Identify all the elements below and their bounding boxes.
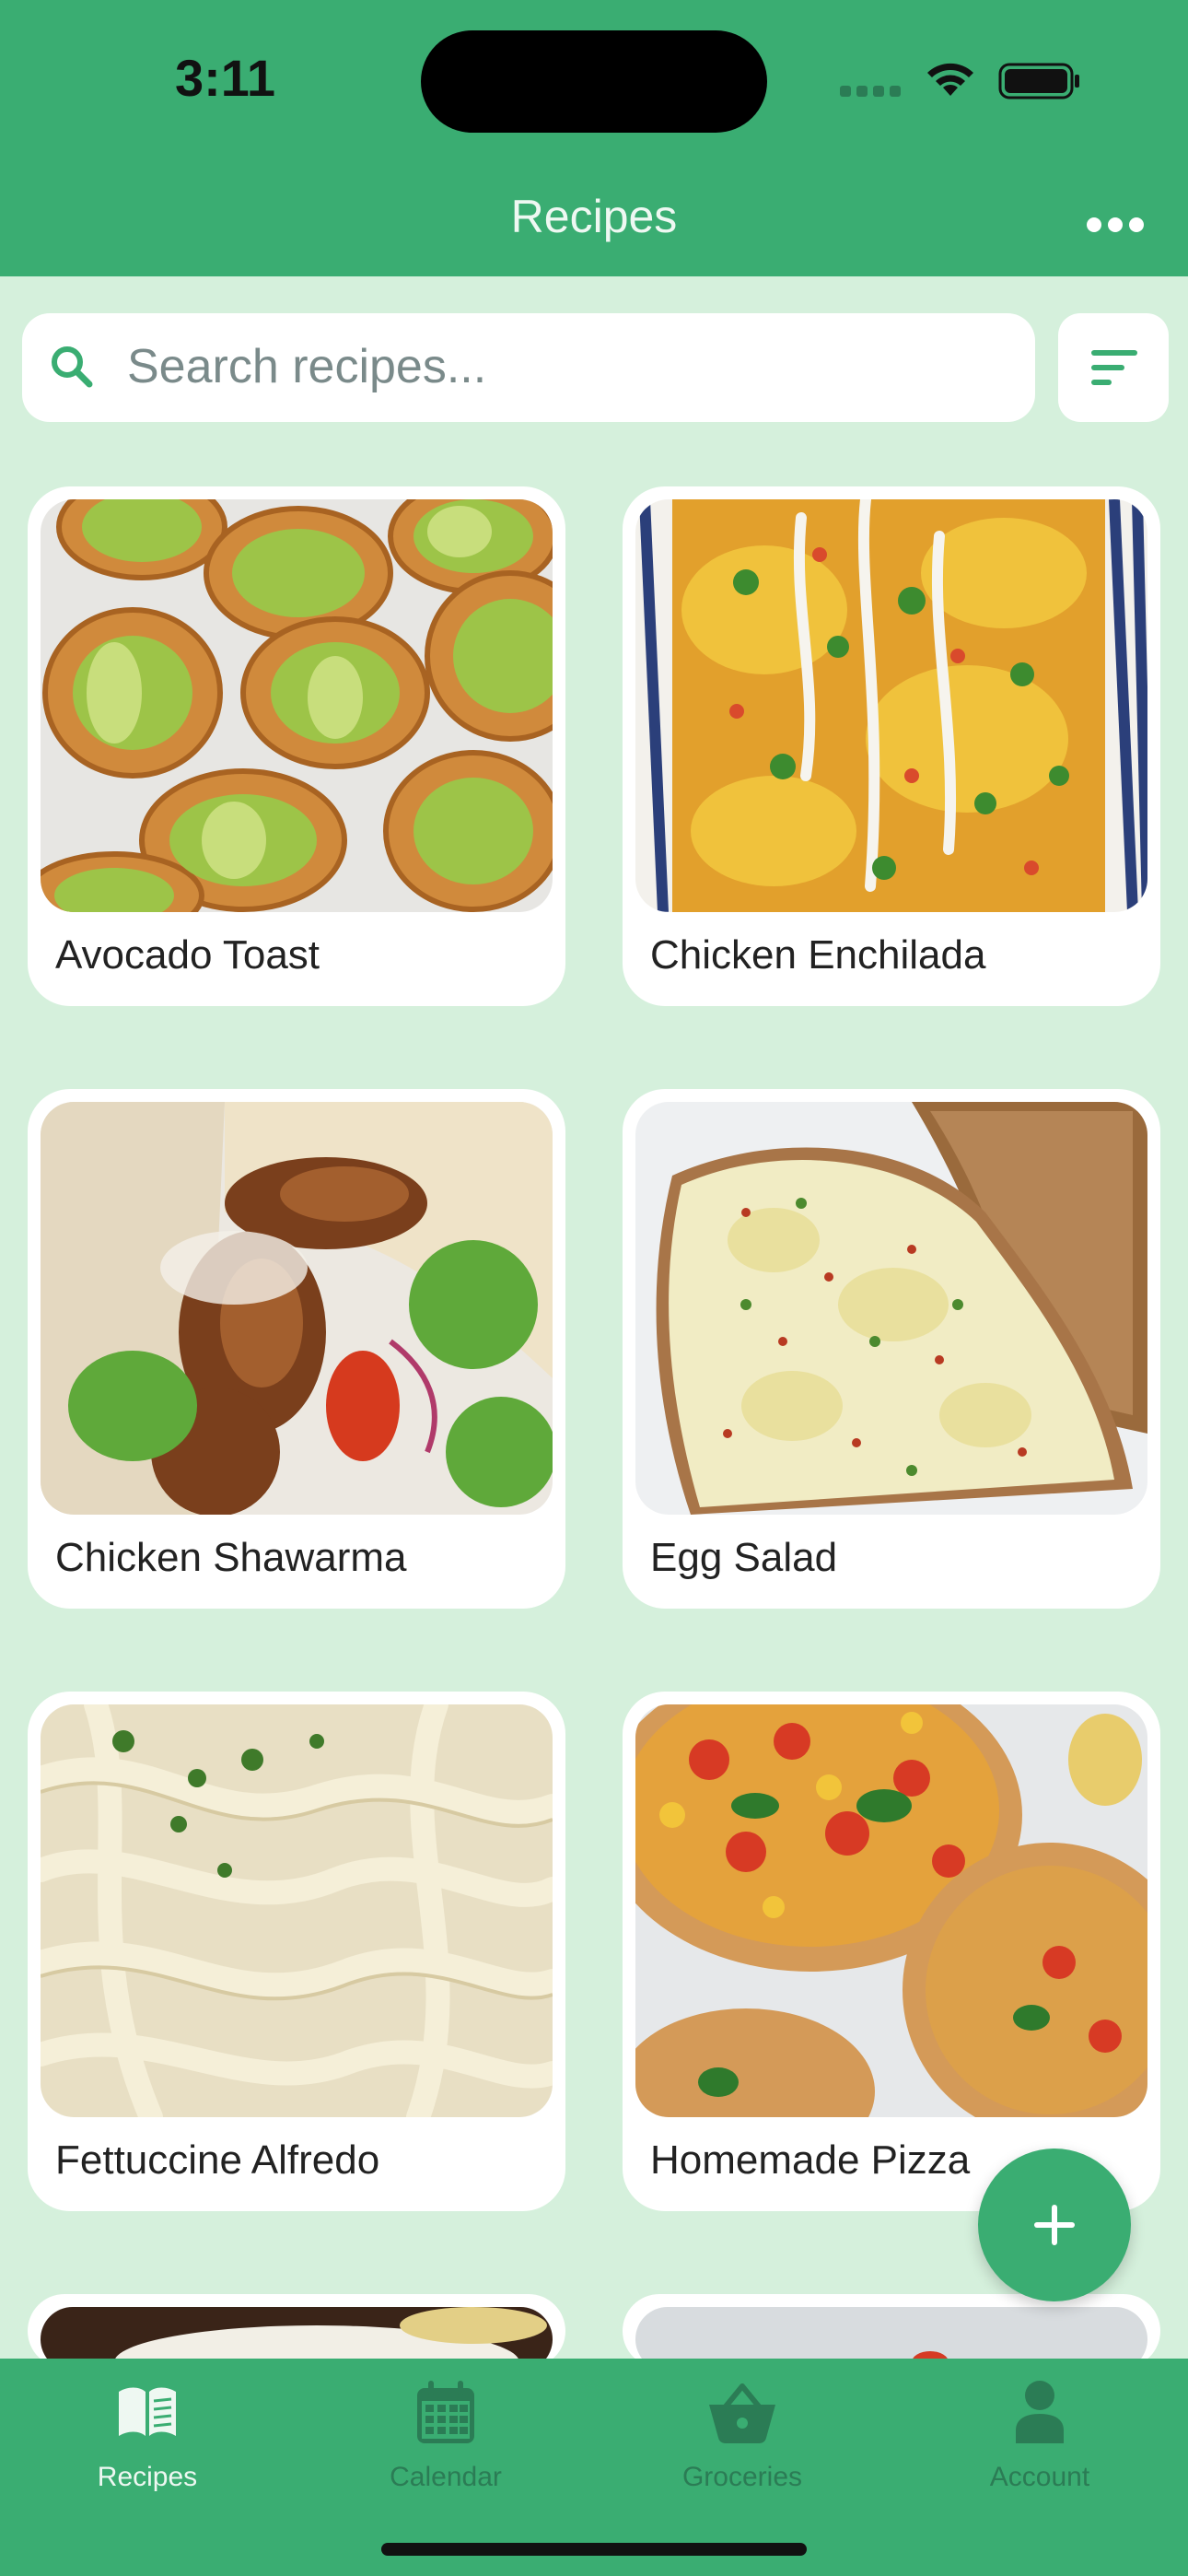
tab-label: Account <box>989 2462 1090 2492</box>
tab-groceries[interactable]: Groceries <box>632 2379 853 2499</box>
recipe-image <box>41 1704 553 2117</box>
wifi-icon <box>927 63 973 96</box>
tab-label: Calendar <box>390 2462 502 2492</box>
book-icon <box>119 2387 176 2436</box>
tab-recipes[interactable]: Recipes <box>37 2379 258 2499</box>
home-indicator <box>381 2543 807 2556</box>
search-placeholder: Search recipes... <box>127 340 487 393</box>
recipe-image <box>41 1102 553 1515</box>
recipe-image <box>41 499 553 912</box>
status-time: 3:11 <box>175 49 275 107</box>
cellular-signal-icon <box>840 85 906 101</box>
tab-label: Recipes <box>97 2462 198 2492</box>
top-bar: 3:11 Recipes <box>0 0 1188 276</box>
recipe-card-partial[interactable] <box>623 2294 1160 2368</box>
recipe-image <box>635 1704 1147 2117</box>
recipe-card-homemade-pizza[interactable]: Homemade Pizza <box>623 1692 1160 2211</box>
recipe-card-avocado-toast[interactable]: Avocado Toast <box>28 486 565 1006</box>
status-icons <box>840 59 1089 103</box>
recipe-title: Avocado Toast <box>55 932 320 978</box>
recipe-image <box>635 499 1147 912</box>
recipe-image <box>635 1102 1147 1515</box>
recipe-title: Chicken Enchilada <box>650 932 986 978</box>
add-recipe-button[interactable] <box>978 2149 1131 2301</box>
recipe-title: Egg Salad <box>650 1535 838 1580</box>
tab-account[interactable]: Account <box>929 2379 1150 2499</box>
plus-icon <box>1034 2205 1075 2245</box>
recipe-card-egg-salad[interactable]: Egg Salad <box>623 1089 1160 1609</box>
basket-icon <box>709 2383 775 2443</box>
sort-filter-icon <box>1091 350 1137 385</box>
recipe-card-chicken-shawarma[interactable]: Chicken Shawarma <box>28 1089 565 1609</box>
recipe-title: Chicken Shawarma <box>55 1535 407 1580</box>
dynamic-island <box>421 30 767 133</box>
recipe-title: Homemade Pizza <box>650 2137 971 2183</box>
calendar-icon <box>417 2381 474 2443</box>
tab-label: Groceries <box>681 2462 803 2492</box>
recipe-title: Fettuccine Alfredo <box>55 2137 380 2183</box>
person-icon <box>1016 2381 1064 2443</box>
recipe-card-chicken-enchilada[interactable]: Chicken Enchilada <box>623 486 1160 1006</box>
page-title: Recipes <box>510 191 678 242</box>
search-input[interactable]: Search recipes... <box>22 313 1035 422</box>
search-icon <box>52 346 93 388</box>
recipe-card-partial[interactable] <box>28 2294 565 2368</box>
filter-button[interactable] <box>1058 313 1169 422</box>
more-horizontal-icon[interactable] <box>1087 217 1150 237</box>
recipe-card-fettuccine-alfredo[interactable]: Fettuccine Alfredo <box>28 1692 565 2211</box>
tab-calendar[interactable]: Calendar <box>335 2379 556 2499</box>
battery-icon <box>998 63 1079 100</box>
